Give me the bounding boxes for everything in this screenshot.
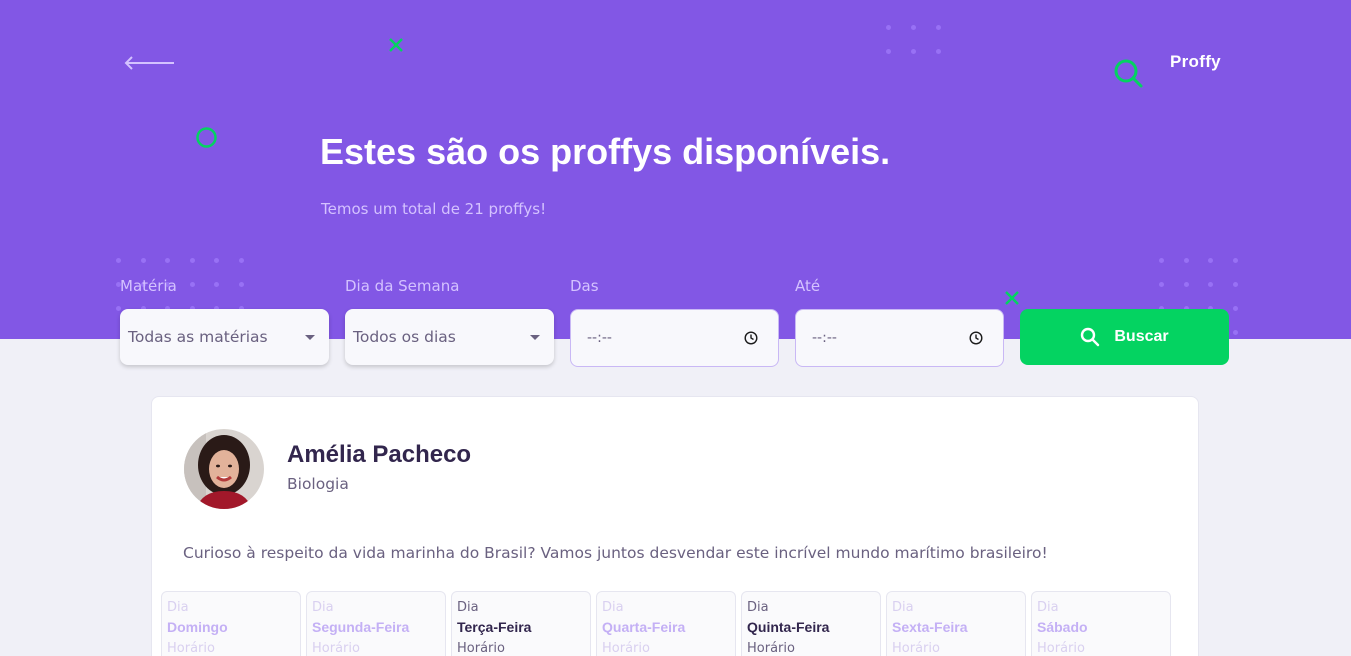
schedule-day-name: Sexta-Feira	[892, 619, 968, 635]
teacher-bio: Curioso à respeito da vida marinha do Br…	[183, 544, 1048, 562]
subject-label: Matéria	[120, 277, 177, 295]
schedule-day-name: Terça-Feira	[457, 619, 532, 635]
subject-select[interactable]: Todas as matérias	[120, 309, 329, 365]
schedule-day-item: Dia Segunda-Feira Horário	[306, 591, 446, 656]
clock-icon[interactable]	[744, 331, 758, 345]
page-title: Estes são os proffys disponíveis.	[320, 131, 891, 172]
schedule-day-label: Dia	[167, 600, 189, 615]
schedule-day-item: Dia Quarta-Feira Horário	[596, 591, 736, 656]
time-from-label: Das	[570, 277, 599, 295]
schedule-time-label: Horário	[457, 641, 505, 656]
schedule-day-item: Dia Sexta-Feira Horário	[886, 591, 1026, 656]
schedule-time-label: Horário	[892, 641, 940, 656]
schedule-time-label: Horário	[312, 641, 360, 656]
schedule-day-name: Quinta-Feira	[747, 619, 830, 635]
deco-dots	[886, 25, 961, 54]
time-to-input[interactable]: --:--	[795, 309, 1004, 367]
teacher-card: Amélia Pacheco Biologia Curioso à respei…	[151, 396, 1199, 656]
search-button-label: Buscar	[1114, 328, 1169, 345]
time-from-input[interactable]: --:--	[570, 309, 779, 367]
schedule-day-name: Sábado	[1037, 619, 1088, 635]
schedule-day-label: Dia	[602, 600, 624, 615]
schedule-day-label: Dia	[457, 600, 479, 615]
deco-circle-icon	[196, 127, 217, 148]
teacher-name: Amélia Pacheco	[287, 441, 472, 468]
schedule-day-item: Dia Terça-Feira Horário	[451, 591, 591, 656]
time-from-value: --:--	[587, 330, 612, 346]
schedule-time-label: Horário	[167, 641, 215, 656]
schedule-time-label: Horário	[747, 641, 795, 656]
page-subtitle: Temos um total de 21 proffys!	[321, 200, 547, 218]
schedule-day-label: Dia	[1037, 600, 1059, 615]
caret-down-icon	[530, 335, 540, 340]
weekday-select[interactable]: Todos os dias	[345, 309, 554, 365]
clock-icon[interactable]	[969, 331, 983, 345]
search-icon	[1081, 327, 1100, 347]
weekday-label: Dia da Semana	[345, 277, 460, 295]
schedule-day-item: Dia Sábado Horário	[1031, 591, 1171, 656]
time-to-value: --:--	[812, 330, 837, 346]
schedule-day-label: Dia	[312, 600, 334, 615]
logo-search-icon	[1114, 59, 1143, 88]
schedule-time-label: Horário	[602, 641, 650, 656]
schedule-day-name: Quarta-Feira	[602, 619, 686, 635]
avatar	[184, 429, 264, 509]
schedule-day-name: Domingo	[167, 619, 228, 635]
subject-select-value: Todas as matérias	[128, 328, 268, 346]
schedule-day-label: Dia	[892, 600, 914, 615]
schedule-day-label: Dia	[747, 600, 769, 615]
deco-cross-icon	[389, 38, 403, 52]
app-logo[interactable]: Proffy	[1170, 52, 1221, 72]
back-arrow-icon[interactable]	[124, 56, 176, 70]
search-button[interactable]: Buscar	[1020, 309, 1229, 365]
schedule-day-item: Dia Quinta-Feira Horário	[741, 591, 881, 656]
deco-cross-icon	[1005, 291, 1019, 305]
page-header: Proffy Estes são os proffys disponíveis.…	[0, 0, 1351, 339]
time-to-label: Até	[795, 277, 821, 295]
weekday-select-value: Todos os dias	[353, 328, 456, 346]
schedule-day-item: Dia Domingo Horário	[161, 591, 301, 656]
caret-down-icon	[305, 335, 315, 340]
schedule-day-name: Segunda-Feira	[312, 619, 410, 635]
schedule-time-label: Horário	[1037, 641, 1085, 656]
teacher-subject: Biologia	[287, 475, 349, 493]
